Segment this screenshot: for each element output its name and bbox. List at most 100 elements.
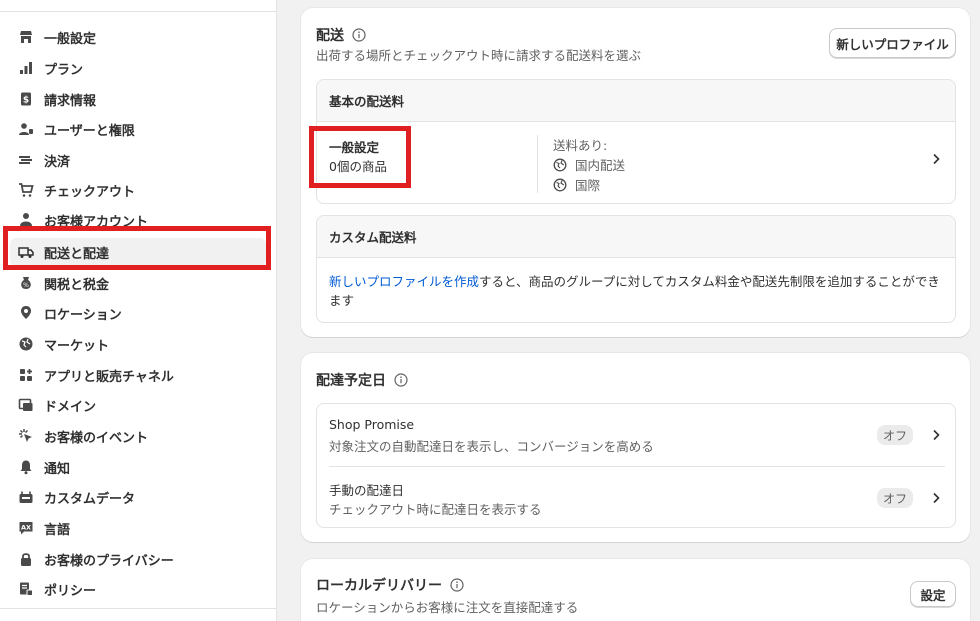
cart-icon	[18, 182, 34, 198]
svg-text:%: %	[23, 282, 29, 289]
rates-label: 送料あり:	[553, 138, 608, 153]
sidebar-item-plan[interactable]: プラン	[10, 54, 266, 82]
sidebar-item-label: ロケーション	[44, 307, 122, 323]
sidebar-item-shipping[interactable]: 配送と配達	[10, 238, 266, 266]
info-icon[interactable]	[394, 373, 408, 387]
sidebar-item-label: 一般設定	[44, 31, 97, 47]
status-badge: オフ	[877, 425, 913, 445]
svg-text:$: $	[23, 96, 29, 106]
delivery-dates-title: 配達予定日	[316, 370, 408, 390]
sidebar-item-label: カスタムデータ	[44, 491, 136, 507]
info-icon[interactable]	[352, 28, 366, 42]
sidebar-item-label: 関税と税金	[44, 277, 110, 293]
sidebar-item-label: お客様アカウント	[44, 215, 149, 227]
globe-icon	[18, 336, 34, 352]
tax-icon: %	[18, 275, 34, 291]
lock-icon	[18, 551, 34, 567]
policy-icon	[18, 581, 34, 597]
shipping-card: 配送 出荷する場所とチェックアウト時に請求する配送料を選ぶ 新しいプロファイル …	[301, 8, 970, 337]
sidebar-item-payments[interactable]: 決済	[10, 146, 266, 174]
sidebar-item-general[interactable]: 一般設定	[10, 23, 266, 51]
sidebar-item-label: お客様のイベント	[44, 430, 149, 446]
sidebar-item-label: 請求情報	[44, 93, 97, 109]
new-profile-button[interactable]: 新しいプロファイル	[829, 28, 956, 58]
globe-icon	[553, 158, 567, 172]
custom-rates-text-cont: ます	[329, 293, 355, 308]
local-delivery-title-text: ローカルデリバリー	[316, 578, 442, 594]
receipt-icon: $	[18, 91, 34, 107]
local-delivery-card: ローカルデリバリー ロケーションからお客様に注文を直接配達する 設定	[301, 559, 970, 621]
sidebar-item-domains[interactable]: ドメイン	[10, 391, 266, 419]
general-profile-row[interactable]: 一般設定 0個の商品 送料あり: 国内配送 国際	[317, 123, 955, 203]
status-badge: オフ	[877, 488, 913, 508]
sidebar-item-label: 決済	[44, 154, 71, 170]
sidebar-item-languages[interactable]: AX 言語	[10, 514, 266, 542]
local-delivery-title: ローカルデリバリー	[316, 575, 464, 595]
zone-label: 国内配送	[575, 158, 626, 173]
sidebar-item-label: ユーザーと権限	[44, 123, 135, 139]
basic-rates-header: 基本の配送料	[317, 80, 955, 122]
apps-icon	[18, 367, 34, 383]
chevron-right-icon	[933, 153, 940, 165]
events-icon	[18, 428, 34, 444]
svg-text:AX: AX	[21, 524, 31, 532]
info-icon[interactable]	[450, 578, 464, 592]
custom-rates-text: すると、商品のグループに対してカスタム料金や配送先制限を追加することができ	[479, 274, 940, 289]
custom-rates-box: カスタム配送料 新しいプロファイルを作成すると、商品のグループに対してカスタム料…	[316, 215, 956, 323]
basic-rates-box: 基本の配送料 一般設定 0個の商品 送料あり: 国内配送 国際	[316, 79, 956, 204]
language-icon: AX	[18, 520, 34, 536]
row-title: 手動の配達日	[329, 483, 405, 498]
sidebar-item-label: 通知	[44, 461, 71, 477]
shipping-title-text: 配送	[316, 28, 344, 44]
sidebar-item-custom-data[interactable]: カスタムデータ	[10, 483, 266, 511]
users-icon	[18, 121, 34, 137]
sidebar-item-label: チェックアウト	[44, 184, 136, 200]
sidebar-item-users[interactable]: ユーザーと権限	[10, 115, 266, 143]
sidebar-item-label: ドメイン	[44, 399, 97, 415]
sidebar-item-customer-privacy[interactable]: お客様のプライバシー	[10, 545, 266, 573]
row-title: Shop Promise	[329, 417, 415, 432]
bell-icon	[18, 459, 34, 475]
sidebar-item-label: マーケット	[44, 338, 110, 354]
sidebar-item-policies[interactable]: ポリシー	[10, 575, 266, 603]
sidebar-item-label: お客様のプライバシー	[44, 553, 174, 569]
row-description: 対象注文の自動配達日を表示し、コンバージョンを高める	[329, 439, 654, 454]
custom-rates-header: カスタム配送料	[317, 216, 955, 258]
sidebar-item-billing[interactable]: $ 請求情報	[10, 85, 266, 113]
shipping-subtitle: 出荷する場所とチェックアウト時に請求する配送料を選ぶ	[316, 48, 642, 63]
data-icon	[18, 489, 34, 505]
create-profile-link[interactable]: 新しいプロファイルを作成	[329, 274, 479, 289]
zone-international: 国際	[553, 175, 600, 194]
sidebar-item-label: プラン	[44, 62, 84, 78]
chart-icon	[18, 60, 34, 76]
shop-promise-row[interactable]: Shop Promise 対象注文の自動配達日を表示し、コンバージョンを高める …	[317, 404, 955, 466]
zone-label: 国際	[575, 178, 601, 193]
manual-delivery-date-row[interactable]: 手動の配達日 チェックアウト時に配達日を表示する オフ	[317, 467, 955, 527]
sidebar-item-customer-accounts[interactable]: お客様アカウント	[10, 207, 266, 227]
delivery-dates-box: Shop Promise 対象注文の自動配達日を表示し、コンバージョンを高める …	[316, 403, 956, 528]
truck-icon	[18, 244, 34, 260]
sidebar-item-apps[interactable]: アプリと販売チャネル	[10, 361, 266, 389]
delivery-dates-card: 配達予定日 Shop Promise 対象注文の自動配達日を表示し、コンバージョ…	[301, 353, 970, 542]
store-icon	[18, 29, 34, 45]
sidebar-item-locations[interactable]: ロケーション	[10, 299, 266, 327]
zone-domestic: 国内配送	[553, 155, 625, 174]
chevron-right-icon	[933, 429, 940, 441]
payments-icon	[18, 152, 34, 168]
shipping-title: 配送	[316, 25, 366, 45]
custom-rates-body: 新しいプロファイルを作成すると、商品のグループに対してカスタム料金や配送先制限を…	[329, 272, 949, 310]
sidebar-item-notifications[interactable]: 通知	[10, 453, 266, 481]
row-description: チェックアウト時に配達日を表示する	[329, 502, 542, 517]
sidebar-item-taxes[interactable]: % 関税と税金	[10, 269, 266, 297]
sidebar-item-label: 言語	[44, 522, 71, 538]
sidebar-item-markets[interactable]: マーケット	[10, 330, 266, 358]
sidebar-item-label: アプリと販売チャネル	[44, 369, 174, 385]
settings-button[interactable]: 設定	[910, 581, 956, 607]
settings-sidebar: 一般設定 プラン $ 請求情報 ユーザーと権限 決済 チェックアウト お客様アカ…	[0, 0, 277, 621]
person-icon	[18, 211, 34, 227]
sidebar-item-customer-events[interactable]: お客様のイベント	[10, 422, 266, 450]
sidebar-item-checkout[interactable]: チェックアウト	[10, 176, 266, 204]
delivery-dates-title-text: 配達予定日	[316, 373, 386, 389]
profile-name: 一般設定	[329, 140, 380, 155]
local-delivery-subtitle: ロケーションからお客様に注文を直接配達する	[316, 600, 579, 615]
